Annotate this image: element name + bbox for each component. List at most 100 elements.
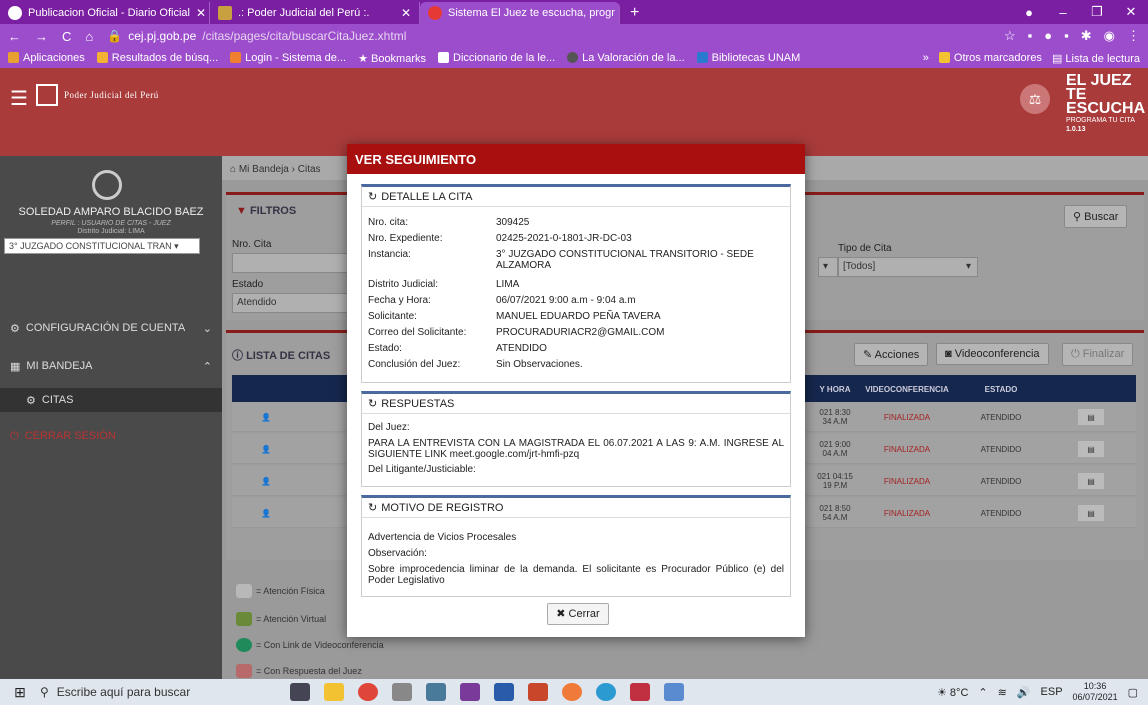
detail-button[interactable]: ▤: [1078, 441, 1104, 457]
task-view-icon[interactable]: [290, 683, 310, 701]
home-icon[interactable]: ⌂: [85, 29, 93, 44]
extension-icon[interactable]: ▪: [1064, 28, 1069, 44]
onenote-icon[interactable]: [460, 683, 480, 701]
sidebar-item-configuracion[interactable]: ⚙ CONFIGURACIÓN DE CUENTA ⌄: [0, 316, 222, 340]
detail-value: 309425: [496, 217, 530, 228]
app-icon[interactable]: [664, 683, 684, 701]
gear-icon: ⚙: [26, 394, 36, 407]
tipo-cita-select[interactable]: [Todos] ▾: [838, 257, 978, 277]
window-close-icon[interactable]: ✕: [1114, 4, 1148, 20]
app-icon[interactable]: [392, 683, 412, 701]
sidebar-item-bandeja[interactable]: ▦ MI BANDEJA ⌃: [0, 354, 222, 378]
juez-favicon-icon: [428, 6, 442, 20]
new-tab-button[interactable]: +: [620, 2, 649, 24]
network-icon[interactable]: ≋: [998, 686, 1007, 699]
weather-icon[interactable]: ☀ 8°C: [937, 686, 968, 699]
url-field[interactable]: 🔒 cej.pj.gob.pe/citas/pages/cita/buscarC…: [107, 29, 990, 43]
fecha-value: 021 8:30: [819, 408, 851, 417]
bookmark-favicon-icon: [696, 52, 708, 63]
kebab-menu-icon[interactable]: ⋮: [1127, 28, 1140, 44]
extension-icon[interactable]: ▪: [1028, 28, 1033, 44]
bookmark-item[interactable]: Login - Sistema de...: [230, 52, 346, 64]
edge-icon[interactable]: [596, 683, 616, 701]
detail-button[interactable]: ▤: [1078, 505, 1104, 521]
prev-select[interactable]: ▾: [818, 257, 838, 277]
other-bookmarks-label: Otros marcadores: [953, 51, 1042, 64]
powerpoint-icon[interactable]: [528, 683, 548, 701]
bookmarks-more-button[interactable]: »: [923, 52, 929, 65]
app-icon[interactable]: [630, 683, 650, 701]
forward-icon[interactable]: →: [35, 29, 48, 44]
profile-dot-icon[interactable]: ●: [1012, 5, 1046, 20]
back-icon[interactable]: ←: [8, 29, 21, 44]
puzzle-icon[interactable]: ✱: [1081, 28, 1092, 44]
bookmark-apps[interactable]: Aplicaciones: [8, 52, 85, 64]
tab-poder-judicial[interactable]: .: Poder Judicial del Perú :. ✕: [210, 2, 420, 24]
acciones-button[interactable]: ✎ Acciones: [854, 343, 929, 366]
juzgado-select[interactable]: 3° JUZGADO CONSTITUCIONAL TRAN ▾: [4, 238, 200, 254]
estado-cell: ATENDIDO: [980, 444, 1022, 454]
motivo-text: Advertencia de Vicios Procesales: [368, 532, 517, 543]
reload-icon[interactable]: C: [62, 29, 71, 44]
home-icon[interactable]: ⌂: [230, 164, 239, 175]
videoconferencia-button[interactable]: ◙ Videoconferencia: [936, 343, 1049, 365]
chrome-icon[interactable]: [358, 683, 378, 701]
reading-list[interactable]: ▤ Lista de lectura: [1052, 52, 1140, 65]
minimize-icon[interactable]: –: [1046, 5, 1080, 20]
tab-juez-te-escucha[interactable]: Sistema El Juez te escucha, progr ✕: [420, 2, 620, 24]
bookmark-item[interactable]: Bibliotecas UNAM: [696, 52, 800, 64]
logo-subtitle: PROGRAMA TU CITA: [1066, 117, 1135, 124]
detail-value: PROCURADURIACR2@GMAIL.COM: [496, 327, 665, 338]
app-icon[interactable]: [562, 683, 582, 701]
legend-item: = Atención Física: [236, 584, 325, 598]
notifications-icon[interactable]: ▢: [1128, 686, 1138, 699]
power-icon: ⏻: [1071, 348, 1083, 360]
close-icon[interactable]: ✕: [196, 6, 206, 20]
word-icon[interactable]: [494, 683, 514, 701]
taskbar-search[interactable]: ⚲ Escribe aquí para buscar: [40, 685, 230, 699]
language-indicator[interactable]: ESP: [1041, 686, 1063, 698]
windows-start-icon[interactable]: ⊞: [0, 684, 40, 701]
clock[interactable]: 10:36 06/07/2021: [1073, 681, 1118, 703]
calculator-icon[interactable]: [426, 683, 446, 701]
fecha-cell: 021 04:15 19 P.M: [812, 466, 858, 496]
bookmark-item[interactable]: ★ Bookmarks: [358, 52, 426, 65]
estado-value: Atendido: [237, 297, 277, 308]
close-icon[interactable]: ✕: [401, 6, 411, 20]
bookmark-item[interactable]: Resultados de búsq...: [96, 52, 218, 64]
detail-key: Solicitante:: [368, 311, 417, 322]
sidebar: SOLEDAD AMPARO BLACIDO BAEZ PERFIL : USU…: [0, 156, 222, 679]
legend-item: = Con Link de Videoconferencia: [236, 638, 384, 652]
column-header: VIDEOCONFERENCIA: [865, 385, 949, 394]
hora-value: 54 A.M: [822, 513, 848, 522]
detail-button[interactable]: ▤: [1078, 409, 1104, 425]
buscar-button[interactable]: ⚲ Buscar: [1064, 205, 1128, 228]
finalizar-button[interactable]: ⏻ Finalizar: [1062, 343, 1134, 366]
star-icon[interactable]: ☆: [1004, 28, 1016, 44]
tab-diario-oficial[interactable]: Publicacion Oficial - Diario Oficial ✕: [0, 2, 210, 24]
file-explorer-icon[interactable]: [324, 683, 344, 701]
tray-chevron-icon[interactable]: ⌃: [978, 686, 987, 699]
detail-key: Fecha y Hora:: [368, 295, 431, 306]
bookmark-item[interactable]: La Valoración de la...: [567, 52, 685, 64]
bookmark-item[interactable]: Diccionario de la le...: [438, 52, 555, 64]
cerrar-button[interactable]: ✖ Cerrar: [547, 603, 609, 625]
restore-icon[interactable]: ❐: [1080, 4, 1114, 20]
avatar-icon[interactable]: ◉: [1104, 28, 1115, 44]
bookmark-favicon-icon: [438, 52, 450, 63]
estado-cell: ATENDIDO: [980, 476, 1022, 486]
estado-select[interactable]: Atendido: [232, 293, 352, 313]
detail-value: 02425-2021-0-1801-JR-DC-03: [496, 233, 632, 244]
sidebar-item-citas[interactable]: ⚙ CITAS: [0, 388, 222, 412]
extension-icon[interactable]: ●: [1044, 28, 1052, 44]
nro-cita-input[interactable]: [232, 253, 352, 273]
hamburger-menu-icon[interactable]: ☰: [10, 86, 28, 111]
volume-icon[interactable]: 🔊: [1017, 686, 1031, 699]
other-bookmarks[interactable]: Otros marcadores: [938, 51, 1042, 65]
sidebar-item-logout[interactable]: ⏻ CERRAR SESIÓN: [0, 424, 222, 448]
list-title-label: LISTA DE CITAS: [246, 350, 331, 362]
video-link-icon: [236, 638, 252, 652]
detail-button[interactable]: ▤: [1078, 473, 1104, 489]
buscar-label: Buscar: [1084, 211, 1119, 223]
user-name: SOLEDAD AMPARO BLACIDO BAEZ: [18, 206, 204, 218]
